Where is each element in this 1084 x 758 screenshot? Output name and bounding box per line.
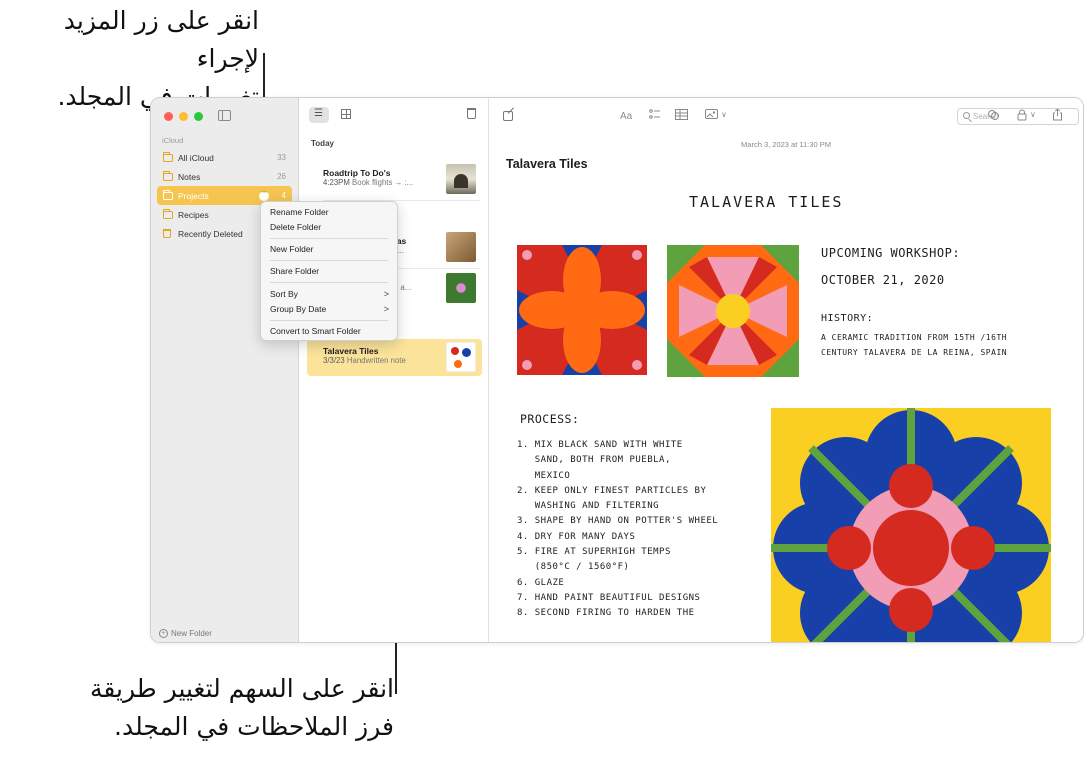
submenu-arrow-icon[interactable]: >: [384, 303, 389, 316]
folder-context-menu: Rename Folder Delete Folder New Folder S…: [260, 201, 398, 341]
callout-sort-arrow: انقر على السهم لتغيير طريقة فرز الملاحظا…: [34, 670, 394, 746]
search-input[interactable]: [973, 110, 1073, 123]
menu-separator: [270, 320, 388, 321]
note-preview: Book flights → :...: [352, 178, 414, 187]
folder-label: Projects: [178, 190, 209, 201]
handwritten-workshop-date: OCTOBER 21, 2020: [821, 273, 945, 287]
notes-window: iCloud All iCloud 33 Notes 26 Projects •…: [150, 97, 1084, 643]
tile-drawing-2: [667, 245, 799, 377]
note-time: 3/3/23: [323, 356, 345, 365]
tile-drawing-1: [517, 245, 647, 375]
folder-count: 4: [281, 191, 286, 200]
flower-tile-drawing: [771, 408, 1051, 642]
callout-line: فرز الملاحظات في المجلد.: [114, 712, 394, 741]
table-icon[interactable]: [675, 109, 688, 123]
handwritten-process-label: PROCESS:: [520, 412, 580, 426]
note-title: Talavera Tiles: [506, 157, 588, 171]
sidebar-item-all-icloud[interactable]: All iCloud 33: [157, 148, 292, 167]
callout-line: انقر على زر المزيد لإجراء: [63, 6, 259, 73]
notes-list: Today Roadtrip To Do's 4:23PM Book fligh…: [299, 98, 489, 642]
note-title: Roadtrip To Do's: [323, 168, 391, 178]
gallery-view-icon[interactable]: [341, 109, 351, 119]
menu-item-delete-folder[interactable]: Delete Folder: [270, 221, 389, 234]
list-view-icon[interactable]: [309, 107, 329, 123]
note-editor: Aa ∨ ∨ March 3, 2023 at 11:30 PM Talaver…: [489, 98, 1083, 642]
folder-label: Recipes: [178, 209, 209, 220]
note-date: March 3, 2023 at 11:30 PM: [741, 140, 831, 149]
note-thumbnail: [446, 232, 476, 262]
handwritten-history-text: A CERAMIC TRADITION FROM 15TH /16TH CENT…: [821, 333, 1008, 357]
note-time: 4:23PM: [323, 178, 350, 187]
handwritten-title: TALAVERA TILES: [689, 193, 844, 211]
note-thumbnail: [446, 164, 476, 194]
note-meta: 4:23PM Book flights → :...: [323, 178, 413, 187]
new-folder-button[interactable]: + New Folder: [159, 629, 212, 638]
plus-circle-icon: +: [159, 629, 168, 638]
delete-note-icon[interactable]: [467, 108, 476, 119]
compose-icon[interactable]: [503, 111, 513, 121]
menu-item-sort-by[interactable]: Sort By >: [270, 288, 389, 301]
more-button[interactable]: •••: [259, 190, 269, 201]
callout-line: انقر على السهم لتغيير طريقة: [90, 674, 394, 703]
sidebar-toggle-icon[interactable]: [218, 110, 231, 121]
note-item[interactable]: Roadtrip To Do's 4:23PM Book flights → :…: [307, 161, 482, 198]
handwritten-process-steps: 1. MIX BLACK SAND WITH WHITE SAND, BOTH …: [517, 440, 719, 619]
search-field[interactable]: [957, 108, 1079, 125]
menu-item-label: Sort By: [270, 289, 298, 299]
folder-icon: [162, 208, 173, 219]
folder-icon: [162, 151, 173, 162]
menu-item-new-folder[interactable]: New Folder: [270, 243, 389, 256]
note-item-selected[interactable]: Talavera Tiles 3/3/23 Handwritten note: [307, 339, 482, 376]
note-title: Talavera Tiles: [323, 346, 379, 356]
menu-item-group-by-date[interactable]: Group By Date >: [270, 303, 389, 316]
format-text-button[interactable]: Aa: [620, 111, 632, 122]
handwritten-history-label: HISTORY:: [821, 313, 874, 324]
folder-icon: [162, 170, 173, 181]
folder-icon: [162, 189, 173, 200]
sidebar-item-notes[interactable]: Notes 26: [157, 167, 292, 186]
new-folder-label: New Folder: [171, 629, 212, 638]
window-controls: [164, 112, 203, 121]
note-thumbnail: [446, 342, 476, 372]
icloud-section-label: iCloud: [162, 136, 184, 145]
menu-item-rename-folder[interactable]: Rename Folder: [270, 206, 389, 219]
folder-label: All iCloud: [178, 152, 214, 163]
folder-count: 26: [277, 172, 286, 181]
close-window-button[interactable]: [164, 112, 173, 121]
search-icon: [963, 112, 970, 119]
sidebar: iCloud All iCloud 33 Notes 26 Projects •…: [151, 98, 299, 642]
media-icon[interactable]: [705, 109, 719, 123]
note-thumbnail: [446, 273, 476, 303]
note-meta: 3/3/23 Handwritten note: [323, 356, 406, 365]
folder-label: Recently Deleted: [178, 228, 243, 239]
zoom-window-button[interactable]: [194, 112, 203, 121]
menu-item-label: Group By Date: [270, 304, 327, 314]
submenu-arrow-icon[interactable]: >: [384, 288, 389, 301]
section-header: Today: [311, 139, 334, 148]
menu-separator: [270, 238, 388, 239]
trash-icon: [163, 229, 171, 238]
folder-count: 33: [277, 153, 286, 162]
media-chevron-icon[interactable]: ∨: [721, 110, 727, 119]
note-preview: Handwritten note: [346, 356, 406, 365]
menu-separator: [270, 282, 388, 283]
handwritten-workshop-label: UPCOMING WORKSHOP:: [821, 246, 961, 260]
checklist-icon[interactable]: [649, 108, 661, 123]
menu-item-convert-smart-folder[interactable]: Convert to Smart Folder: [270, 325, 389, 338]
minimize-window-button[interactable]: [179, 112, 188, 121]
folder-label: Notes: [178, 171, 201, 182]
menu-separator: [270, 260, 388, 261]
menu-item-share-folder[interactable]: Share Folder: [270, 265, 389, 278]
